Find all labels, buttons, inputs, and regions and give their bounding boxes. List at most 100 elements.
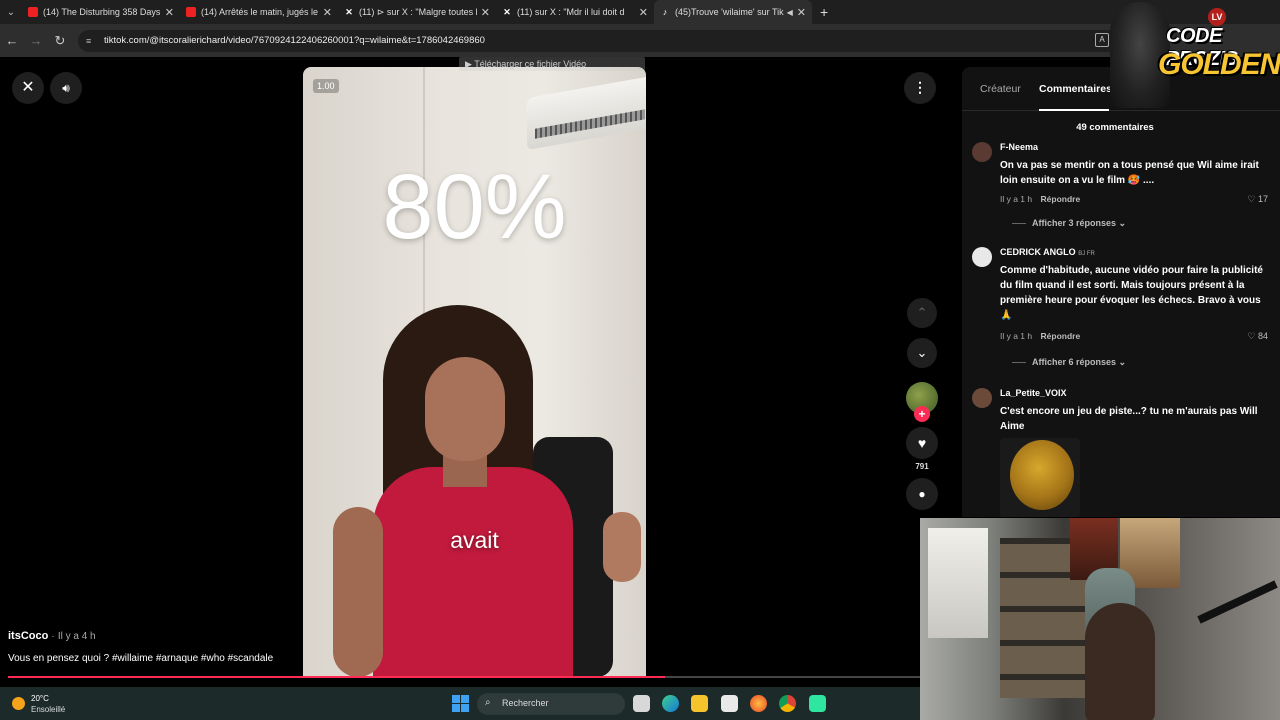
url-text: tiktok.com/@itscoralierichard/video/7670… [104,35,485,46]
follow-plus-icon[interactable]: + [914,406,930,422]
comment-item: F-Neema On va pas se mentir on a tous pe… [972,142,1268,242]
task-view-icon[interactable] [633,695,650,712]
next-video-icon[interactable]: ⌄ [907,338,937,368]
comment-like-count: 84 [1257,331,1268,341]
comment-like-count: 17 [1257,194,1268,204]
browser-tab[interactable]: ✕ (11) ⊳ sur X : "Malgre toutes le ✕ [338,0,496,24]
tab-close-icon[interactable]: ✕ [639,6,648,19]
comment-username[interactable]: F-Neema [1000,142,1038,152]
comment-avatar[interactable] [972,388,992,408]
tab-close-icon[interactable]: ✕ [165,6,174,19]
youtube-icon [186,7,196,17]
comment-time: Il y a 1 h [1000,331,1033,341]
firefox-icon[interactable] [750,695,767,712]
tab-title: (45)Trouve 'wilaime' sur Tik [675,7,784,17]
tab-creator[interactable]: Créateur [980,83,1021,95]
logo-text-bottom: GOLDENG [1158,48,1280,81]
comment-text: On va pas se mentir on a tous pensé que … [1000,160,1259,186]
comment-item: La_Petite_VOIX C'est encore un jeu de pi… [972,388,1268,517]
sun-icon[interactable] [12,697,25,710]
video-timestamp: 1.00 [313,79,339,93]
taskbar-search[interactable]: ⌕ Rechercher [477,693,625,715]
comment-avatar[interactable] [972,142,992,162]
video-person-face [425,357,505,461]
previous-video-icon[interactable]: ⌃ [907,298,937,328]
translate-icon[interactable]: A [1095,33,1109,47]
heart-icon[interactable]: ♥ [906,427,938,459]
youtube-icon [28,7,38,17]
tab-title: (11) sur X : "Mdr il lui doit d [517,7,625,17]
webcam-window [928,528,988,638]
video-player[interactable]: 1.00 80% avait [303,67,646,677]
webcam-mic-arm [1197,580,1278,624]
close-button[interactable]: ✕ [12,72,44,104]
like-count: 791 [915,462,929,471]
store-icon[interactable] [721,695,738,712]
webcam-streamer [1085,603,1155,720]
file-explorer-icon[interactable] [691,695,708,712]
show-replies-button[interactable]: Afficher 3 réponses ⌄ [1012,218,1126,229]
windows-start-icon[interactable] [452,695,469,712]
tab-title: (14) Arrêtés le matin, jugés le s [201,7,319,17]
comment-time: Il y a 1 h [1000,194,1033,204]
video-progress-bar[interactable] [8,676,920,678]
chrome-icon[interactable] [779,695,796,712]
volume-icon[interactable]: 🔊︎ [50,72,82,104]
tab-title: (11) ⊳ sur X : "Malgre toutes le [359,6,477,17]
windows-taskbar: 20°C Ensoleillé ⌕ Rechercher [0,687,920,720]
reply-button[interactable]: Répondre [1041,194,1081,204]
webcam-feed [920,518,1280,720]
video-overlay-text: 80% [382,156,567,258]
comment-username[interactable]: La_Petite_VOIX [1000,388,1067,398]
tab-close-icon[interactable]: ✕ [797,6,806,19]
comment-avatar[interactable] [972,247,992,267]
search-placeholder: Rechercher [502,698,549,708]
show-replies-button[interactable]: Afficher 6 réponses ⌄ [1012,357,1126,368]
browser-tab[interactable]: (14) Arrêtés le matin, jugés le s ✕ [180,0,338,24]
reload-icon[interactable]: ↻ [48,33,72,49]
back-arrow-icon[interactable]: ← [0,33,24,48]
comment-username-text[interactable]: CEDRICK ANGLO [1000,247,1076,257]
comment-username[interactable]: CEDRICK ANGLO BJ FR [1000,247,1095,257]
comments-panel: Créateur Commentaires 49 commentaires F-… [962,67,1280,517]
tab-close-icon[interactable]: ✕ [481,6,490,19]
comment-count: 49 commentaires [1076,122,1154,133]
edge-icon[interactable] [662,695,679,712]
browser-tab[interactable]: ✕ (11) sur X : "Mdr il lui doit d ✕ [496,0,654,24]
user-flag: BJ FR [1078,251,1095,257]
browser-tab-strip: ⌄ (14) The Disturbing 358 Days D ✕ (14) … [0,0,1280,24]
more-options-icon[interactable]: ⋮ [904,72,936,104]
weather-temperature[interactable]: 20°C [31,694,49,703]
logo-badge: LV [1208,8,1226,26]
x-icon: ✕ [345,7,353,17]
browser-tab[interactable]: (14) The Disturbing 358 Days D ✕ [22,0,180,24]
address-bar-row: ← → ↻ ≡ tiktok.com/@itscoralierichard/vi… [0,24,1280,57]
forward-arrow-icon[interactable]: → [24,33,48,48]
comment-like[interactable]: ♡ 17 [1247,194,1268,205]
site-settings-icon[interactable]: ≡ [86,36,98,46]
comment-item: CEDRICK ANGLO BJ FR Comme d'habitude, au… [972,247,1268,377]
author-name[interactable]: itsCoco [8,630,48,642]
comment-text: C'est encore un jeu de piste...? tu ne m… [1000,406,1258,432]
comment-like[interactable]: ♡ 84 [1247,331,1268,342]
comment-sticker-image [1000,438,1080,517]
app-icon[interactable] [809,695,826,712]
tab-comments[interactable]: Commentaires [1039,83,1112,95]
video-subtitle: avait [450,527,499,553]
reply-button[interactable]: Répondre [1041,331,1081,341]
video-progress-fill [8,676,665,678]
video-person-top [373,467,573,677]
comment-meta: Il y a 1 h Répondre [1000,331,1080,341]
download-video-bar[interactable]: ▶ Télécharger ce fichier Vidéo [459,57,645,71]
search-icon: ⌕ [485,697,491,708]
tab-search-chevron-icon[interactable]: ⌄ [0,0,22,24]
video-author[interactable]: itsCoco · Il y a 4 h [8,630,96,642]
tab-close-icon[interactable]: ✕ [323,6,332,19]
new-tab-button[interactable]: + [820,4,828,20]
browser-tab-active[interactable]: ♪ (45)Trouve 'wilaime' sur Tik ◀ ✕ [654,0,812,24]
video-nav-controls: ⌃ ⌄ [906,298,938,368]
speaker-icon[interactable]: ◀ [787,8,793,17]
url-field[interactable]: ≡ tiktok.com/@itscoralierichard/video/76… [78,29,1128,52]
weather-description[interactable]: Ensoleillé [31,705,65,714]
comment-icon[interactable]: ● [906,478,938,510]
